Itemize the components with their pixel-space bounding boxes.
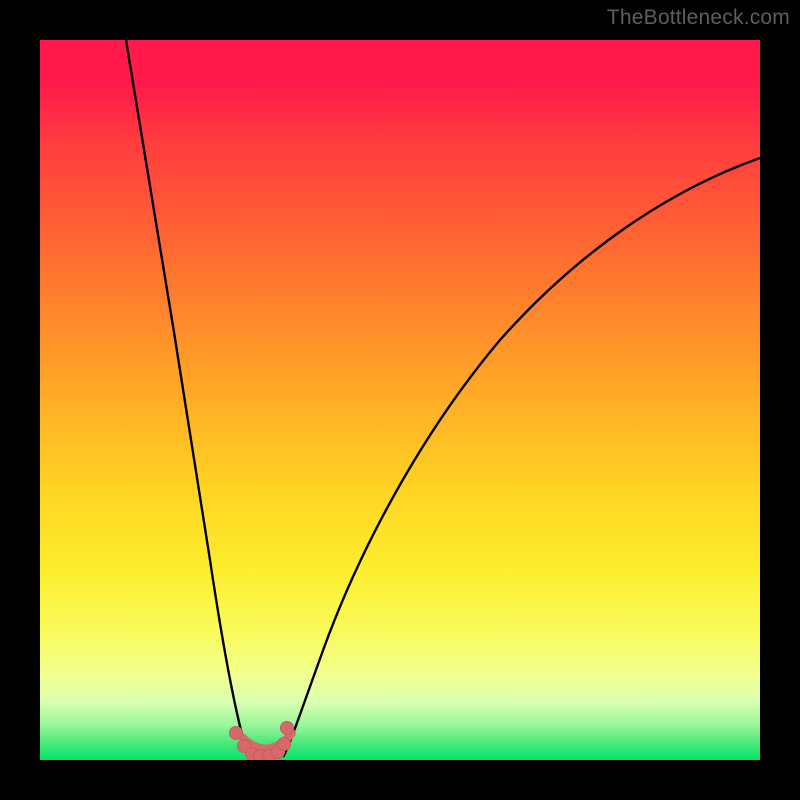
plot-area [40,40,760,760]
valley-marker [281,722,294,735]
curve-right-branch [283,158,760,757]
chart-frame: TheBottleneck.com [0,0,800,800]
valley-marker [278,738,291,751]
curve-layer [40,40,760,760]
curve-left-branch [126,40,253,757]
valley-marker [230,727,243,740]
valley-markers-group [230,722,294,761]
watermark-text: TheBottleneck.com [607,6,790,30]
